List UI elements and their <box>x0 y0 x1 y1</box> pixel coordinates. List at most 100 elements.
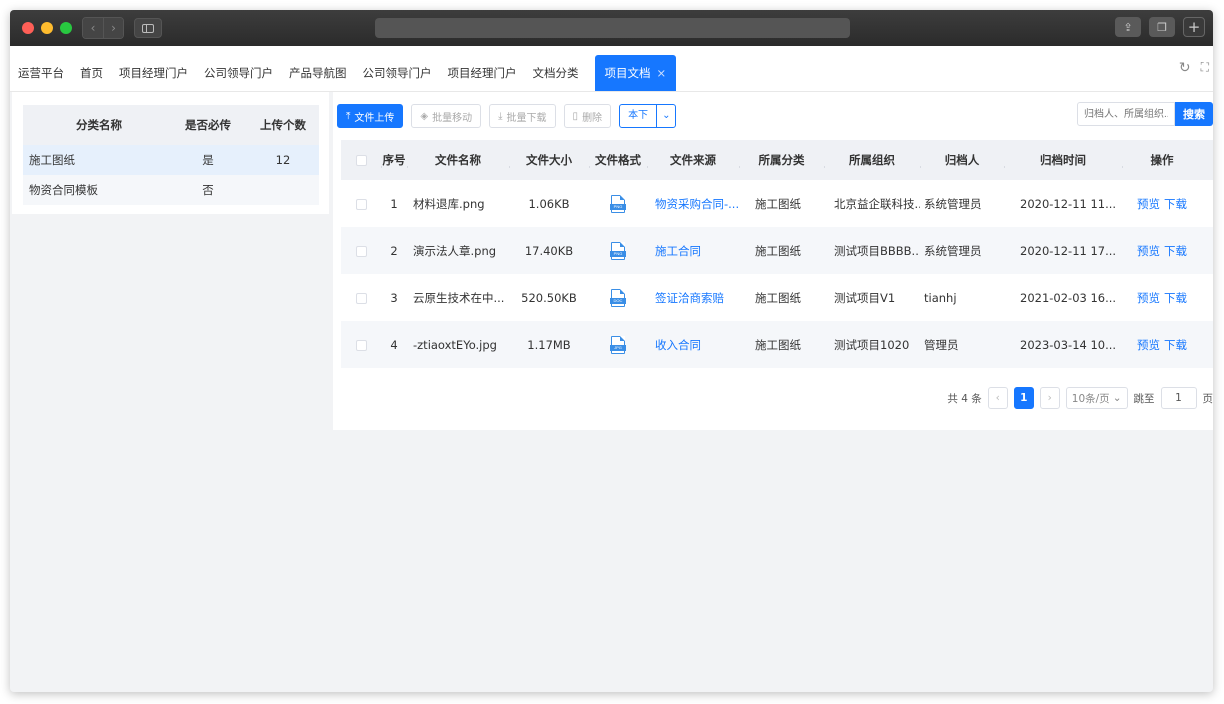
tabs-overview-icon[interactable]: ❐ <box>1149 17 1175 37</box>
search-input[interactable] <box>1077 102 1175 126</box>
cell-org: 北京益企联科技... <box>834 196 920 211</box>
tab-pm-portal[interactable]: 项目经理门户 <box>111 55 196 91</box>
tab-product-nav[interactable]: 产品导航图 <box>281 55 355 91</box>
category-row[interactable]: 物资合同模板 否 <box>23 175 319 205</box>
current-page-button[interactable]: 1 <box>1013 387 1034 409</box>
category-count: 12 <box>275 153 291 167</box>
minimize-window-button[interactable] <box>41 22 53 34</box>
row-checkbox-cell <box>341 244 381 258</box>
cell-format: PNG <box>589 241 647 260</box>
sidebar-icon <box>142 23 154 33</box>
cell-name: 材料退库.png <box>413 196 485 211</box>
category-table: 分类名称 是否必传 上传个数 施工图纸 是 12 物资合同模板 否 <box>23 105 319 205</box>
share-icon[interactable]: ⇪ <box>1115 17 1141 37</box>
tab-home[interactable]: 首页 <box>72 55 111 91</box>
cell-name: 演示法人章.png <box>413 243 497 258</box>
tab-doc-category[interactable]: 文档分类 <box>525 55 587 91</box>
page-tab-bar: 运营平台 首页 项目经理门户 公司领导门户 产品导航图 公司领导门户 项目经理门… <box>10 46 1213 92</box>
cell-source-link[interactable]: 签证洽商索赔 <box>647 290 739 306</box>
upload-button[interactable]: ⤒ 文件上传 <box>337 104 404 128</box>
preview-link[interactable]: 预览 <box>1137 338 1160 352</box>
cell-archiver: 系统管理员 <box>924 196 982 211</box>
close-tab-icon[interactable]: × <box>657 66 667 80</box>
maximize-window-button[interactable] <box>60 22 72 34</box>
window-tools: ⇪ ❐ + <box>1115 17 1205 37</box>
pagination: 共 4 条 ‹ 1 › 10条/页 ⌄ 跳至 1 页 <box>947 387 1213 409</box>
cell-archiver: 系统管理员 <box>924 243 982 258</box>
category-panel: 分类名称 是否必传 上传个数 施工图纸 是 12 物资合同模板 否 <box>12 92 329 214</box>
chevron-down-icon: ⌄ <box>1112 392 1122 404</box>
back-icon[interactable]: ‹ <box>83 18 103 38</box>
preview-link[interactable]: 预览 <box>1137 291 1160 305</box>
cell-source-link[interactable]: 收入合同 <box>647 337 739 353</box>
tab-project-docs[interactable]: 项目文档 × <box>594 55 677 91</box>
download-link[interactable]: 下载 <box>1164 338 1187 352</box>
category-name: 施工图纸 <box>29 153 75 167</box>
download-link[interactable]: 下载 <box>1164 244 1187 258</box>
cell-time: 2021-02-03 16... <box>1020 290 1117 305</box>
batch-download-button[interactable]: ⤓ 批量下载 <box>489 104 556 128</box>
cell-time: 2023-03-14 10... <box>1020 337 1117 352</box>
upload-label: 文件上传 <box>354 112 395 124</box>
download-link[interactable]: 下载 <box>1164 291 1187 305</box>
more-dropdown[interactable]: 本下 ⌄ <box>619 104 677 128</box>
table-row: 4 -ztiaoxtEYo.jpg 1.17MB JPG 收入合同 施工图纸 测… <box>341 321 1213 368</box>
cell-format: JPG <box>589 335 647 354</box>
cell-format: DOC <box>589 288 647 307</box>
download-icon: ⤓ <box>498 110 503 122</box>
cell-source-link[interactable]: 施工合同 <box>647 243 739 259</box>
cell-format: PNG <box>589 194 647 213</box>
sidebar-toggle-button[interactable] <box>134 18 162 38</box>
delete-button[interactable]: ▯ 删除 <box>563 104 612 128</box>
address-bar[interactable] <box>375 18 850 38</box>
header-org: 所属组织 <box>824 152 920 168</box>
cell-category: 施工图纸 <box>755 290 801 305</box>
header-no: 序号 <box>381 153 406 168</box>
search-box: 搜索 <box>1077 102 1213 126</box>
refresh-icon[interactable]: ↻ <box>1179 60 1191 76</box>
header-archiver: 归档人 <box>920 152 1004 168</box>
search-button[interactable]: 搜索 <box>1175 102 1213 126</box>
cell-no: 1 <box>390 196 398 211</box>
tab-pm-portal-2[interactable]: 项目经理门户 <box>440 55 525 91</box>
batch-move-button[interactable]: ◈ 批量移动 <box>411 104 482 128</box>
close-window-button[interactable] <box>22 22 34 34</box>
doc-file-icon: DOC <box>610 288 626 307</box>
new-tab-icon[interactable]: + <box>1183 17 1205 37</box>
jump-page-input[interactable]: 1 <box>1160 387 1197 409</box>
header-category-name: 分类名称 <box>76 118 122 132</box>
table-row: 1 材料退库.png 1.06KB PNG 物资采购合同-... 施工图纸 北京… <box>341 180 1213 227</box>
select-all-checkbox[interactable] <box>355 155 367 166</box>
preview-link[interactable]: 预览 <box>1137 244 1160 258</box>
header-size: 文件大小 <box>509 152 589 168</box>
row-checkbox[interactable] <box>355 292 367 304</box>
fullscreen-icon[interactable]: ⛶ <box>1201 60 1209 76</box>
forward-icon[interactable]: › <box>103 18 123 38</box>
cell-org: 测试项目BBBB... <box>834 243 920 258</box>
preview-link[interactable]: 预览 <box>1137 197 1160 211</box>
jump-label: 跳至 <box>1133 392 1155 405</box>
title-bar: ‹ › ⇪ ❐ + <box>10 10 1213 46</box>
cell-time: 2020-12-11 11... <box>1020 196 1117 211</box>
row-checkbox[interactable] <box>355 339 367 351</box>
prev-page-icon[interactable]: ‹ <box>987 387 1008 409</box>
category-required: 否 <box>202 183 214 197</box>
tab-leader-portal[interactable]: 公司领导门户 <box>196 55 281 91</box>
header-required: 是否必传 <box>185 118 231 132</box>
page-size-label: 10条/页 <box>1071 392 1110 405</box>
row-checkbox[interactable] <box>355 245 367 257</box>
download-link[interactable]: 下载 <box>1164 197 1187 211</box>
next-page-icon[interactable]: › <box>1039 387 1060 409</box>
category-row[interactable]: 施工图纸 是 12 <box>23 145 319 175</box>
tab-ops-platform[interactable]: 运营平台 <box>10 55 72 91</box>
file-table: 序号 文件名称 文件大小 文件格式 文件来源 所属分类 所属组织 归档人 归档时… <box>341 140 1213 368</box>
row-checkbox[interactable] <box>355 198 367 210</box>
png-file-icon: PNG <box>610 194 626 213</box>
tab-leader-portal-2[interactable]: 公司领导门户 <box>355 55 440 91</box>
page-size-select[interactable]: 10条/页 ⌄ <box>1065 387 1128 409</box>
category-name: 物资合同模板 <box>29 183 98 197</box>
select-all-checkbox-cell <box>341 153 381 167</box>
cell-ops: 预览 下载 <box>1122 196 1202 212</box>
cell-org: 测试项目1020 <box>834 337 910 352</box>
cell-source-link[interactable]: 物资采购合同-... <box>647 196 739 212</box>
